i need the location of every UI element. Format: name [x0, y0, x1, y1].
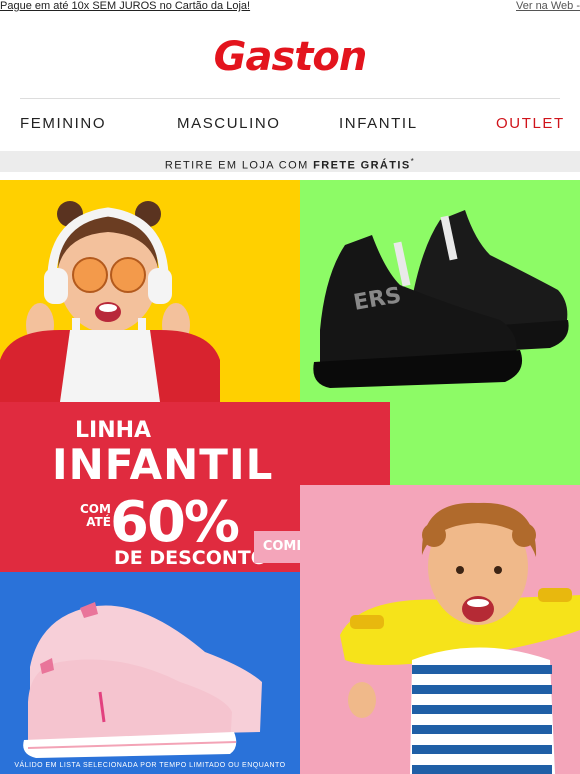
boy-with-skateboard-image[interactable] [300, 485, 580, 774]
freight-bold: FRETE GRÁTIS [313, 159, 411, 172]
banner-line2: INFANTIL [52, 440, 274, 489]
banner-ate: ATÉ [86, 515, 111, 529]
freight-prefix: RETIRE EM LOJA COM [164, 159, 314, 172]
nav-item-feminino[interactable]: FEMININO [20, 115, 106, 132]
gaston-logo[interactable]: Gaston [0, 34, 580, 80]
banner-footnote: VÁLIDO EM LISTA SELECIONADA POR TEMPO LI… [14, 762, 286, 769]
banner-percent: 60% [110, 490, 240, 555]
banner-com: COM [80, 502, 111, 516]
header-divider [20, 98, 560, 99]
installments-link[interactable]: Pague em até 10x SEM JUROS no Cartão da … [0, 0, 250, 12]
nav-item-infantil[interactable]: INFANTIL [339, 115, 418, 132]
banner-com-ate: COM ATÉ [80, 503, 111, 529]
pink-sneakers-image[interactable] [0, 572, 300, 774]
top-bar: Pague em até 10x SEM JUROS no Cartão da … [0, 0, 580, 14]
main-nav: FEMININO MASCULINO INFANTIL OUTLET [0, 115, 580, 137]
nav-item-masculino[interactable]: MASCULINO [177, 115, 281, 132]
freight-suffix: * [410, 157, 416, 166]
nav-item-outlet[interactable]: OUTLET [496, 115, 565, 132]
view-on-web-link[interactable]: Ver na Web - [516, 0, 580, 12]
girl-with-headphones-image[interactable] [0, 180, 300, 402]
free-shipping-bar[interactable]: RETIRE EM LOJA COM FRETE GRÁTIS* [0, 151, 580, 172]
banner-discount: DE DESCONTO [114, 547, 267, 569]
